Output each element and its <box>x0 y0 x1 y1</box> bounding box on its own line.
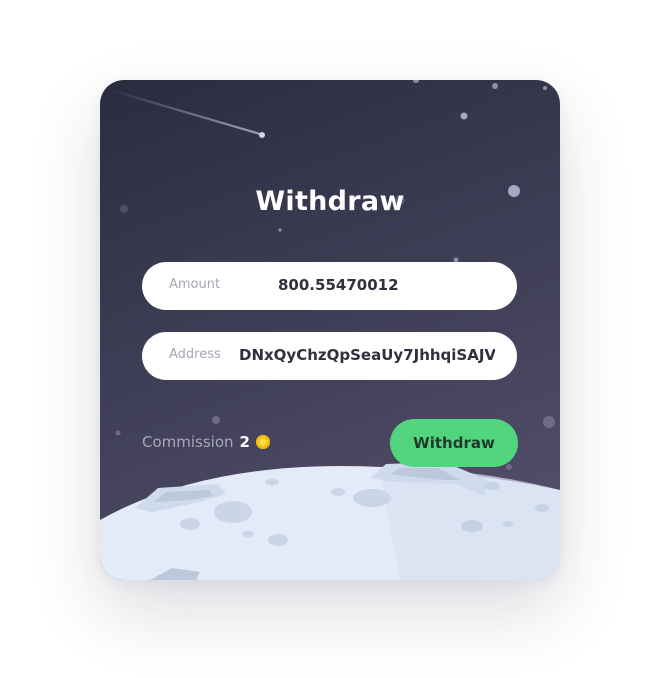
crater <box>461 520 483 532</box>
commission-label: Commission <box>142 433 234 451</box>
commission-amount: 2 <box>239 433 250 451</box>
star <box>278 228 282 232</box>
star <box>492 83 498 89</box>
crater <box>180 518 200 530</box>
crater <box>242 530 254 538</box>
coin-icon <box>255 435 270 449</box>
crater <box>535 504 549 512</box>
page: Withdraw Amount 800.55470012 Address DNx… <box>0 0 660 678</box>
star <box>115 430 121 436</box>
address-input[interactable]: DNxQyChzQpSeaUy7JhhqiSAJVa... <box>239 346 495 364</box>
shooting-star-trail <box>108 88 262 136</box>
commission-info: Commission 2 <box>142 433 270 451</box>
crater <box>353 489 391 507</box>
address-label: Address <box>169 347 221 362</box>
crater <box>268 534 288 546</box>
crater <box>214 501 252 523</box>
crater <box>331 488 345 496</box>
crater <box>484 482 500 490</box>
shooting-star <box>259 132 265 138</box>
star <box>413 80 419 83</box>
star <box>460 112 468 120</box>
address-field[interactable]: Address DNxQyChzQpSeaUy7JhhqiSAJVa... <box>142 332 517 380</box>
star <box>543 86 547 90</box>
star <box>543 416 555 428</box>
crater <box>503 521 513 527</box>
page-title: Withdraw <box>255 186 405 217</box>
star <box>212 416 220 424</box>
crater <box>265 478 279 486</box>
amount-label: Amount <box>169 277 221 292</box>
withdraw-card: Withdraw Amount 800.55470012 Address DNx… <box>100 80 560 580</box>
amount-input[interactable]: 800.55470012 <box>278 276 495 294</box>
amount-field[interactable]: Amount 800.55470012 <box>142 262 517 310</box>
withdraw-button[interactable]: Withdraw <box>390 419 518 467</box>
